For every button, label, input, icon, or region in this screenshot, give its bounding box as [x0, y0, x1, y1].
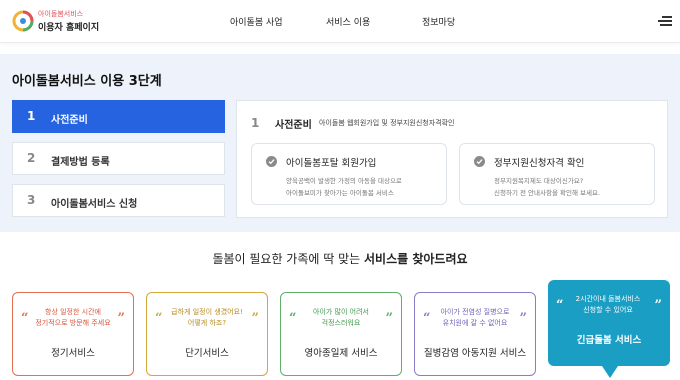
service-tagline: 신청할 수 있어요 — [583, 306, 633, 314]
service-card-short-term[interactable]: “ ” 급하게 일정이 생겼어요! 어떻게 하죠? 단기서비스 — [146, 292, 268, 376]
quote-close-icon: ” — [654, 298, 662, 313]
step-label: 아이돌봄서비스 신청 — [51, 199, 138, 210]
nav-service-use[interactable]: 서비스 이용 — [326, 15, 370, 28]
step-label: 결제방법 등록 — [51, 157, 110, 168]
quote-open-icon: “ — [423, 311, 431, 326]
service-tagline: 걱정스러워요 — [321, 319, 361, 327]
step-number: 3 — [27, 193, 36, 207]
service-name: 질병감염 아동지원 서비스 — [423, 348, 527, 359]
quote-open-icon: “ — [556, 298, 564, 313]
nav-childcare-business[interactable]: 아이돌봄 사업 — [230, 15, 283, 28]
card-desc-line: 신청하기 전 안내사항을 확인해 보세요. — [494, 189, 601, 197]
service-name: 긴급돌봄 서비스 — [576, 335, 642, 346]
service-card-illness-support[interactable]: “ ” 아이가 전염성 질병으로 유치원에 갈 수 없어요 질병감염 아동지원 … — [414, 292, 536, 376]
step-number: 1 — [27, 109, 36, 123]
services-heading-bold: 서비스를 찾아드려요 — [364, 252, 468, 266]
services-heading: 돌봄이 필요한 가족에 딱 맞는 서비스를 찾아드려요 — [0, 250, 680, 267]
quote-close-icon: ” — [519, 311, 527, 326]
service-tagline: 아이가 많이 어려서 — [313, 308, 369, 316]
top-header: 아이돌봄서비스 이용자 홈페이지 아이돌봄 사업 서비스 이용 정보마당 — [0, 0, 680, 43]
card-desc-line: 아이돌보미가 찾아가는 아이돌봄 서비스 — [286, 189, 394, 197]
card-desc-line: 양육공백이 발생한 가정의 아동을 대상으로 — [286, 177, 402, 185]
eligibility-card[interactable]: 정부지원신청자격 확인 정부지원복지제도 대상이신가요? 신청하기 전 안내사항… — [459, 143, 655, 205]
detail-description: 아이돌봄 웹회원가입 및 정부지원신청자격확인 — [319, 119, 455, 127]
service-tagline: 항상 일정한 시간에 — [45, 308, 101, 316]
service-card-emergency[interactable]: “ ” 2시간이내 돌봄서비스 신청할 수 있어요 긴급돌봄 서비스 — [548, 280, 670, 366]
service-tagline: 정기적으로 방문해 주세요 — [35, 319, 111, 327]
detail-number: 1 — [251, 116, 260, 130]
brand-subtitle: 아이돌봄서비스 — [38, 10, 84, 18]
quote-open-icon: “ — [155, 311, 163, 326]
service-card-regular[interactable]: “ ” 항상 일정한 시간에 정기적으로 방문해 주세요 정기서비스 — [12, 292, 134, 376]
detail-title: 사전준비 — [275, 120, 312, 131]
service-tagline: 유치원에 갈 수 없어요 — [442, 319, 508, 327]
speech-bubble-tail — [602, 366, 618, 378]
step-tab-3[interactable]: 3 아이돌봄서비스 신청 — [12, 184, 225, 217]
nav-info[interactable]: 정보마당 — [422, 15, 455, 28]
service-tagline: 급하게 일정이 생겼어요! — [171, 308, 243, 316]
service-tagline: 어떻게 하죠? — [187, 319, 227, 327]
check-icon — [266, 156, 277, 167]
service-name: 정기서비스 — [51, 348, 95, 359]
steps-section: 아이돌봄서비스 이용 3단계 1 사전준비 2 결제방법 등록 3 아이돌봄서비… — [0, 54, 680, 232]
quote-open-icon: “ — [21, 311, 29, 326]
hamburger-menu-icon[interactable] — [656, 14, 672, 28]
step-number: 2 — [27, 151, 36, 165]
service-name: 영아종일제 서비스 — [304, 348, 378, 359]
step-label: 사전준비 — [51, 115, 88, 126]
card-title: 정부지원신청자격 확인 — [494, 158, 585, 169]
quote-close-icon: ” — [385, 311, 393, 326]
service-name: 단기서비스 — [185, 348, 229, 359]
services-heading-prefix: 돌봄이 필요한 가족에 딱 맞는 — [212, 252, 361, 266]
steps-title: 아이돌봄서비스 이용 3단계 — [12, 74, 162, 89]
logo-icon[interactable] — [12, 10, 34, 32]
step-tab-1[interactable]: 1 사전준비 — [12, 100, 225, 133]
quote-close-icon: ” — [251, 311, 259, 326]
quote-close-icon: ” — [117, 311, 125, 326]
card-title: 아이돌봄포탈 회원가입 — [286, 158, 377, 169]
card-desc-line: 정부지원복지제도 대상이신가요? — [494, 177, 584, 185]
service-tagline: 아이가 전염성 질병으로 — [440, 308, 510, 316]
service-tagline: 2시간이내 돌봄서비스 — [575, 295, 641, 303]
check-icon — [474, 156, 485, 167]
brand-title[interactable]: 이용자 홈페이지 — [38, 20, 99, 33]
step-detail-panel: 1 사전준비 아이돌봄 웹회원가입 및 정부지원신청자격확인 아이돌봄포탈 회원… — [236, 100, 668, 218]
service-card-infant-fullday[interactable]: “ ” 아이가 많이 어려서 걱정스러워요 영아종일제 서비스 — [280, 292, 402, 376]
signup-card[interactable]: 아이돌봄포탈 회원가입 양육공백이 발생한 가정의 아동을 대상으로 아이돌보미… — [251, 143, 447, 205]
step-tab-2[interactable]: 2 결제방법 등록 — [12, 142, 225, 175]
quote-open-icon: “ — [289, 311, 297, 326]
